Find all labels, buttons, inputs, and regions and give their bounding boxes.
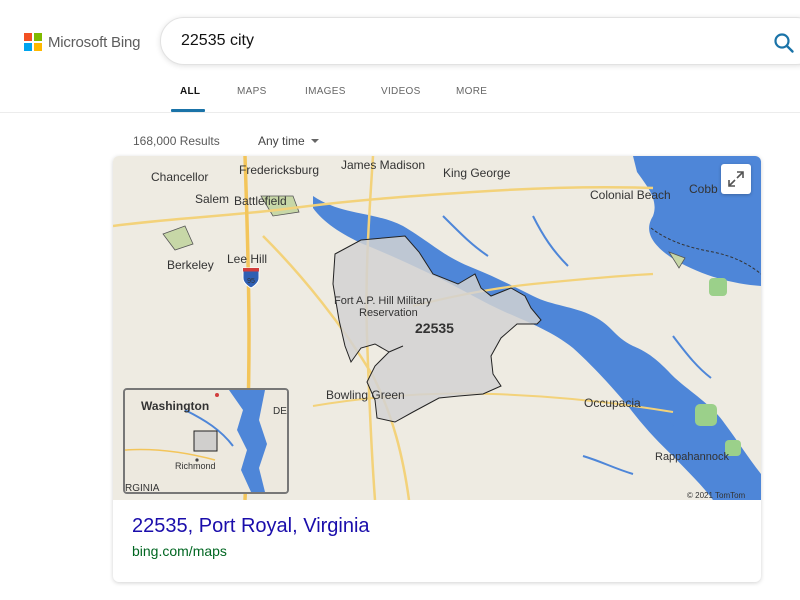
map-label-rappahannock: Rappahannock (655, 451, 730, 463)
map-label-james-madison: James Madison (341, 158, 425, 172)
result-url[interactable]: bing.com/maps (132, 543, 227, 559)
map-answer-card: 95 Chancellor Fredericksburg James Madis… (113, 156, 761, 582)
result-title-link[interactable]: 22535, Port Royal, Virginia (132, 515, 370, 538)
result-count: 168,000 Results (133, 134, 220, 148)
expand-icon (728, 171, 744, 187)
brand-name: Microsoft Bing (48, 33, 141, 51)
inset-label-virginia: RGINIA (125, 483, 160, 492)
map-label-chancellor: Chancellor (151, 170, 208, 184)
microsoft-logo-icon (24, 33, 42, 51)
search-icon[interactable] (772, 31, 796, 55)
map-label-king-george: King George (443, 166, 511, 180)
expand-map-button[interactable] (721, 164, 751, 194)
bing-logo[interactable]: Microsoft Bing (24, 33, 140, 51)
time-filter-dropdown[interactable]: Any time (258, 134, 319, 148)
map-label-reservation: Reservation (359, 307, 418, 319)
map-label-lee-hill: Lee Hill (227, 252, 267, 266)
map-label-colonial-beach: Colonial Beach (590, 188, 671, 202)
inset-label-washington: Washington (141, 399, 209, 413)
map-label-salem: Salem (195, 192, 229, 206)
map-label-cobb: Cobb (689, 182, 718, 196)
map-label-occupacia: Occupacia (584, 396, 641, 410)
header-divider (0, 112, 800, 113)
tab-videos[interactable]: VIDEOS (381, 86, 421, 97)
map-label-battlefield: Battlefield (234, 194, 287, 208)
map-view[interactable]: 95 Chancellor Fredericksburg James Madis… (113, 156, 761, 501)
caret-down-icon (310, 139, 319, 143)
tab-more[interactable]: MORE (456, 86, 487, 97)
tab-maps[interactable]: MAPS (237, 86, 267, 97)
map-label-fort-ap-hill: Fort A.P. Hill Military (334, 295, 432, 307)
highway-label: 95 (247, 278, 255, 285)
map-attribution: © 2021 TomTom (687, 491, 746, 500)
inset-label-de: DE (273, 406, 287, 417)
locator-inset-map: Washington DE Richmond RGINIA (123, 388, 289, 494)
tab-all[interactable]: ALL (180, 86, 200, 97)
map-label-fredericksburg: Fredericksburg (239, 163, 319, 177)
search-scope-tabs: ALL MAPS IMAGES VIDEOS MORE (0, 84, 800, 112)
inset-label-richmond: Richmond (175, 461, 216, 471)
search-input[interactable] (181, 32, 701, 50)
map-label-berkeley: Berkeley (167, 258, 214, 272)
tab-images[interactable]: IMAGES (305, 86, 346, 97)
search-box (160, 17, 800, 65)
time-filter-label: Any time (258, 134, 305, 148)
map-label-zip: 22535 (415, 320, 454, 336)
map-label-bowling-green: Bowling Green (326, 388, 405, 402)
